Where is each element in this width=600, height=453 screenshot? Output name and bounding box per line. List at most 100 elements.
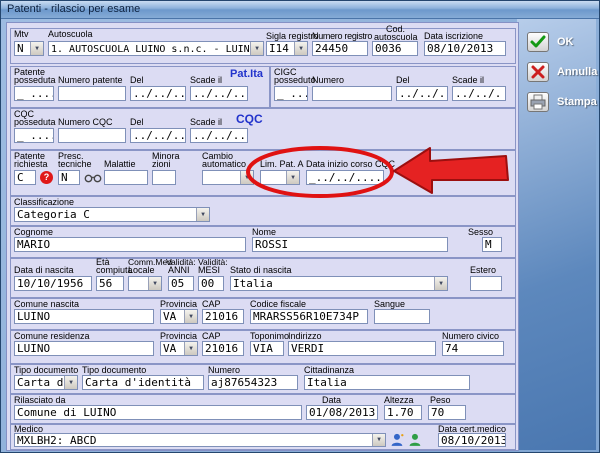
cap-nascita-field[interactable]: 21016 [202, 309, 244, 324]
cognome-label: Cognome [14, 228, 53, 237]
numero-patente-label: Numero patente [58, 76, 123, 85]
altezza-label: Altezza [384, 396, 414, 405]
data-iscrizione-label: Data iscrizione [424, 32, 483, 41]
chevron-down-icon: ▼ [240, 171, 253, 184]
mtv-select[interactable]: N ▼ [14, 41, 44, 56]
comm-med-select[interactable]: ▼ [128, 276, 162, 291]
patente-del-field[interactable]: ../../.... [130, 86, 186, 101]
autoscuola-select[interactable]: 1. AUTOSCUOLA LUINO s.n.c. - LUIN ▼ [48, 41, 264, 56]
numero-registro-field[interactable]: 24450 [312, 41, 368, 56]
chevron-down-icon: ▼ [294, 42, 307, 55]
sigla-registro-value: I14 [269, 42, 289, 55]
malattie-field[interactable] [104, 170, 148, 185]
codice-fiscale-field[interactable]: MRARSS56R10E734P [250, 309, 368, 324]
cap-nascita-label: CAP [202, 300, 221, 309]
provincia-residenza-value: VA [163, 342, 176, 355]
data-iscrizione-field[interactable]: 08/10/2013 [424, 41, 506, 56]
rilasciato-da-field[interactable]: Comune di LUINO [14, 405, 302, 420]
person-edit-icon[interactable] [408, 432, 423, 447]
malattie-label: Malattie [104, 160, 136, 169]
cigc-del-field[interactable]: ../../.... [396, 86, 448, 101]
patente-richiesta-field[interactable]: C [14, 170, 36, 185]
ok-button[interactable]: OK [527, 32, 593, 56]
data-inizio-corso-cqc-field[interactable]: _../../.... [306, 170, 384, 185]
classificazione-select[interactable]: Categoria C ▼ [14, 207, 210, 222]
estero-field[interactable] [470, 276, 502, 291]
comm-med-label-2: Locale [128, 266, 155, 275]
action-sidebar: OK Annulla Stampa [517, 19, 596, 450]
medico-select[interactable]: MXLBH2: ABCD ▼ [14, 433, 386, 447]
tipo-documento-field[interactable]: Carta d'identità [82, 375, 204, 390]
stato-nascita-select[interactable]: Italia ▼ [230, 276, 448, 291]
numero-registro-label: Numero registro [312, 32, 372, 41]
lim-pat-a-select[interactable]: ▼ [260, 170, 300, 185]
data-rilascio-field[interactable]: 01/08/2013 [306, 405, 378, 420]
nome-label: Nome [252, 228, 276, 237]
numero-documento-field[interactable]: aj87654323 [208, 375, 298, 390]
patente-scade-label: Scade il [190, 76, 222, 85]
chevron-down-icon: ▼ [250, 42, 263, 55]
provincia-nascita-select[interactable]: VA ▼ [160, 309, 198, 324]
provincia-residenza-select[interactable]: VA ▼ [160, 341, 198, 356]
stato-nascita-label: Stato di nascita [230, 266, 292, 275]
sesso-label: Sesso [468, 228, 493, 237]
numero-patente-field[interactable] [58, 86, 126, 101]
mesi-field[interactable]: 00 [198, 276, 224, 291]
patente-posseduta-field[interactable]: _ ..... [14, 86, 54, 101]
chevron-down-icon: ▼ [184, 310, 197, 323]
autoscuola-label: Autoscuola [48, 30, 93, 39]
cqc-scade-field[interactable]: ../../.... [190, 128, 248, 143]
comune-residenza-label: Comune residenza [14, 332, 90, 341]
eta-field[interactable]: 56 [96, 276, 124, 291]
cod-autoscuola-field[interactable]: 0036 [372, 41, 418, 56]
altezza-field[interactable]: 1.70 [384, 405, 422, 420]
cittadinanza-label: Cittadinanza [304, 366, 354, 375]
indirizzo-label: Indirizzo [288, 332, 322, 341]
cittadinanza-field[interactable]: Italia [304, 375, 470, 390]
numero-civico-field[interactable]: 74 [442, 341, 504, 356]
data-inizio-corso-cqc-label: Data inizio corso CQC [306, 160, 395, 169]
comune-residenza-field[interactable]: LUINO [14, 341, 154, 356]
toponimo-label: Toponimo [250, 332, 289, 341]
annulla-label: Annulla [557, 66, 597, 78]
cigc-posseduto-field[interactable]: _ ..... [274, 86, 308, 101]
glasses-icon[interactable] [84, 173, 102, 183]
anni-field[interactable]: 05 [168, 276, 194, 291]
presc-tecniche-field[interactable]: N [58, 170, 80, 185]
title-bar[interactable]: Patenti - rilascio per esame [0, 0, 600, 19]
sangue-field[interactable] [374, 309, 430, 324]
nome-field[interactable]: ROSSI [252, 237, 448, 252]
lim-pat-a-label: Lim. Pat. A [260, 160, 304, 169]
tipo-documento-select[interactable]: Carta d ▼ [14, 375, 78, 390]
sigla-registro-select[interactable]: I14 ▼ [266, 41, 308, 56]
annulla-button[interactable]: Annulla [527, 62, 593, 86]
cigc-scade-field[interactable]: ../../. [452, 86, 506, 101]
help-question-icon[interactable]: ? [40, 171, 53, 184]
data-cert-medico-field[interactable]: 08/10/2013 [438, 433, 506, 447]
peso-field[interactable]: 70 [428, 405, 466, 420]
comune-nascita-field[interactable]: LUINO [14, 309, 154, 324]
cigc-numero-field[interactable] [312, 86, 392, 101]
data-nascita-field[interactable]: 10/10/1956 [14, 276, 92, 291]
cqc-del-field[interactable]: ../../.... [130, 128, 186, 143]
person-add-icon[interactable] [390, 432, 405, 447]
cqc-badge: CQC [236, 112, 263, 126]
cap-residenza-field[interactable]: 21016 [202, 341, 244, 356]
sesso-field[interactable]: M [482, 237, 502, 252]
patente-richiesta-label-2: richiesta [14, 160, 48, 169]
classificazione-label: Classificazione [14, 198, 74, 207]
cambio-automatico-select[interactable]: ▼ [202, 170, 254, 185]
stampa-button[interactable]: Stampa [527, 92, 593, 116]
peso-label: Peso [430, 396, 451, 405]
cqc-numero-field[interactable] [58, 128, 126, 143]
minorazioni-field[interactable] [152, 170, 176, 185]
tipo-documento-select-label: Tipo documento [14, 366, 78, 375]
cqc-posseduta-field[interactable]: _ ..... [14, 128, 54, 143]
indirizzo-field[interactable]: VERDI [288, 341, 436, 356]
toponimo-field[interactable]: VIA [250, 341, 284, 356]
cognome-field[interactable]: MARIO [14, 237, 246, 252]
data-nascita-label: Data di nascita [14, 266, 74, 275]
patente-scade-field[interactable]: ../../.... [190, 86, 248, 101]
stato-nascita-value: Italia [233, 277, 273, 290]
chevron-down-icon: ▼ [148, 277, 161, 290]
